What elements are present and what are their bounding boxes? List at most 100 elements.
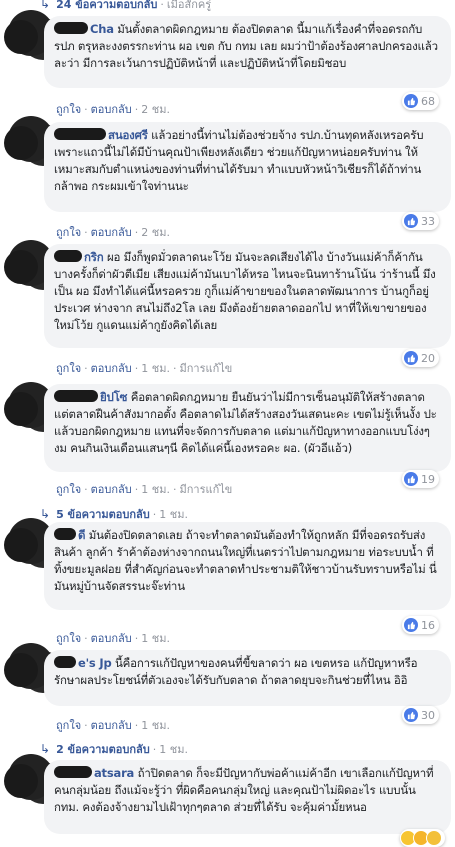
like-link[interactable]: ถูกใจ bbox=[56, 362, 81, 375]
separator-dot: · bbox=[172, 483, 177, 496]
avatar[interactable] bbox=[4, 250, 38, 284]
separator-dot: · bbox=[84, 362, 88, 375]
name-redaction bbox=[54, 250, 82, 262]
reaction-count[interactable]: 20 bbox=[402, 349, 439, 367]
reaction-number: 30 bbox=[421, 708, 435, 722]
commenter-name[interactable]: e's Jp bbox=[78, 656, 112, 670]
separator-dot: · bbox=[134, 719, 139, 732]
avatar[interactable] bbox=[4, 764, 38, 798]
separator-dot: · bbox=[134, 632, 139, 645]
reaction-number: 33 bbox=[421, 214, 435, 228]
avatar[interactable] bbox=[4, 392, 38, 426]
comment-actions: ถูกใจ · ตอบกลับ · 2 ชม. bbox=[56, 100, 170, 118]
reaction-count[interactable]: 30 bbox=[402, 706, 439, 724]
separator-dot: · bbox=[84, 719, 88, 732]
separator-dot: · bbox=[84, 483, 88, 496]
name-redaction bbox=[54, 528, 76, 540]
reply-link[interactable]: ตอบกลับ bbox=[91, 103, 132, 116]
avatar[interactable] bbox=[4, 126, 38, 160]
name-redaction bbox=[54, 390, 98, 402]
separator-dot: · bbox=[160, 0, 164, 11]
comment-bubble: ยิปโซ คือตลาดผิดกฎหมาย ยืนยันว่าไม่มีการ… bbox=[44, 384, 451, 472]
replies-time: เมื่อสักครู่ bbox=[166, 0, 212, 11]
separator-dot: · bbox=[84, 226, 88, 239]
comment-time[interactable]: 1 ชม. bbox=[141, 362, 170, 375]
comment-actions: ถูกใจ · ตอบกลับ · 1 ชม. bbox=[56, 629, 170, 647]
reaction-number: 19 bbox=[421, 472, 435, 486]
comment-bubble: Cha มันตั้งตลาดผิดกฎหมาย ต้องปิดตลาด นี้… bbox=[44, 16, 451, 88]
commenter-name[interactable]: Cha bbox=[90, 22, 114, 36]
comment-time[interactable]: 2 ชม. bbox=[141, 103, 170, 116]
reaction-count[interactable]: 33 bbox=[402, 212, 439, 230]
reply-link[interactable]: ตอบกลับ bbox=[91, 483, 132, 496]
separator-dot: · bbox=[134, 483, 139, 496]
like-reaction-icon bbox=[404, 472, 418, 486]
replies-time: 1 ชม. bbox=[159, 743, 188, 756]
comment-bubble: สนองศรี แล้วอย่างนี้ท่านไม่ต้องช่วยจ้าง … bbox=[44, 122, 451, 212]
avatar[interactable] bbox=[4, 653, 38, 687]
reaction-number: 20 bbox=[421, 351, 435, 365]
like-link[interactable]: ถูกใจ bbox=[56, 226, 81, 239]
name-redaction bbox=[54, 128, 106, 140]
reply-link[interactable]: ตอบกลับ bbox=[91, 226, 132, 239]
commenter-name[interactable]: ดี bbox=[78, 528, 85, 542]
comment-actions: ถูกใจ · ตอบกลับ · 1 ชม. bbox=[56, 716, 170, 734]
comment-bubble: e's Jp นี้คือการแก้ปัญหาของคนที่ขี้ขลาดว… bbox=[44, 650, 451, 706]
like-link[interactable]: ถูกใจ bbox=[56, 719, 81, 732]
like-reaction-icon bbox=[404, 214, 418, 228]
like-reaction-icon bbox=[404, 94, 418, 108]
replies-count-label: 2 ข้อความตอบกลับ bbox=[56, 743, 150, 756]
reply-arrow-icon: ↳ bbox=[40, 507, 51, 521]
comment-time[interactable]: 1 ชม. bbox=[141, 632, 170, 645]
reaction-number: 16 bbox=[421, 618, 435, 632]
comment-actions: ถูกใจ · ตอบกลับ · 1 ชม. · มีการแก้ไข bbox=[56, 359, 232, 377]
comment-time[interactable]: 2 ชม. bbox=[141, 226, 170, 239]
separator-dot: · bbox=[152, 742, 157, 756]
commenter-name[interactable]: สนองศรี bbox=[108, 128, 148, 142]
comment-time[interactable]: 1 ชม. bbox=[141, 483, 170, 496]
reaction-count[interactable]: 19 bbox=[402, 470, 439, 488]
view-replies-link[interactable]: ↳ 2 ข้อความตอบกลับ · 1 ชม. bbox=[40, 740, 188, 758]
like-link[interactable]: ถูกใจ bbox=[56, 632, 81, 645]
separator-dot: · bbox=[134, 362, 139, 375]
reaction-count[interactable] bbox=[400, 829, 445, 847]
separator-dot: · bbox=[84, 103, 88, 116]
separator-dot: · bbox=[172, 362, 177, 375]
separator-dot: · bbox=[152, 507, 157, 521]
reply-link[interactable]: ตอบกลับ bbox=[91, 719, 132, 732]
like-reaction-icon bbox=[404, 351, 418, 365]
edited-label[interactable]: มีการแก้ไข bbox=[179, 362, 232, 375]
avatar[interactable] bbox=[4, 528, 38, 562]
reply-link[interactable]: ตอบกลับ bbox=[91, 632, 132, 645]
commenter-name[interactable]: ยิปโซ bbox=[100, 390, 127, 404]
sad-reaction-icon bbox=[426, 830, 442, 846]
like-reaction-icon bbox=[404, 618, 418, 632]
comment-text: ผอ มึงก็พูดมั่วตลาดนะโว้ย มันจะลดเสียงได… bbox=[54, 250, 436, 332]
avatar[interactable] bbox=[4, 20, 38, 54]
comment-actions: ถูกใจ · ตอบกลับ · 1 ชม. · มีการแก้ไข bbox=[56, 480, 232, 498]
like-link[interactable]: ถูกใจ bbox=[56, 103, 81, 116]
reaction-count[interactable]: 16 bbox=[402, 616, 439, 634]
comment-time[interactable]: 1 ชม. bbox=[141, 719, 170, 732]
commenter-name[interactable]: กริก bbox=[84, 250, 104, 264]
reply-link[interactable]: ตอบกลับ bbox=[91, 362, 132, 375]
name-redaction bbox=[54, 656, 76, 668]
top-replies-link[interactable]: ↳ 24 ข้อความตอบกลับ · เมื่อสักครู่ bbox=[40, 0, 211, 13]
reply-arrow-icon: ↳ bbox=[40, 742, 51, 756]
name-redaction bbox=[54, 22, 88, 34]
like-link[interactable]: ถูกใจ bbox=[56, 483, 81, 496]
reply-arrow-icon: ↳ bbox=[40, 0, 51, 11]
separator-dot: · bbox=[134, 103, 139, 116]
comment-bubble: atsara ถ้าปิดตลาด ก็จะมีปัญหากับพ่อค้าแม… bbox=[44, 760, 451, 834]
replies-time: 1 ชม. bbox=[159, 508, 188, 521]
comment-bubble: กริก ผอ มึงก็พูดมั่วตลาดนะโว้ย มันจะลดเส… bbox=[44, 244, 451, 348]
commenter-name[interactable]: atsara bbox=[94, 766, 134, 780]
edited-label[interactable]: มีการแก้ไข bbox=[179, 483, 232, 496]
separator-dot: · bbox=[84, 632, 88, 645]
replies-count-label: 5 ข้อความตอบกลับ bbox=[56, 508, 150, 521]
reaction-count[interactable]: 68 bbox=[402, 92, 439, 110]
comment-bubble: ดี มันต้องปิดตลาดเลย ถ้าจะทำตลาดมันต้องท… bbox=[44, 522, 451, 610]
view-replies-link[interactable]: ↳ 5 ข้อความตอบกลับ · 1 ชม. bbox=[40, 505, 188, 523]
comment-text: มันต้องปิดตลาดเลย ถ้าจะทำตลาดมันต้องทำให… bbox=[54, 528, 437, 593]
reaction-number: 68 bbox=[421, 94, 435, 108]
